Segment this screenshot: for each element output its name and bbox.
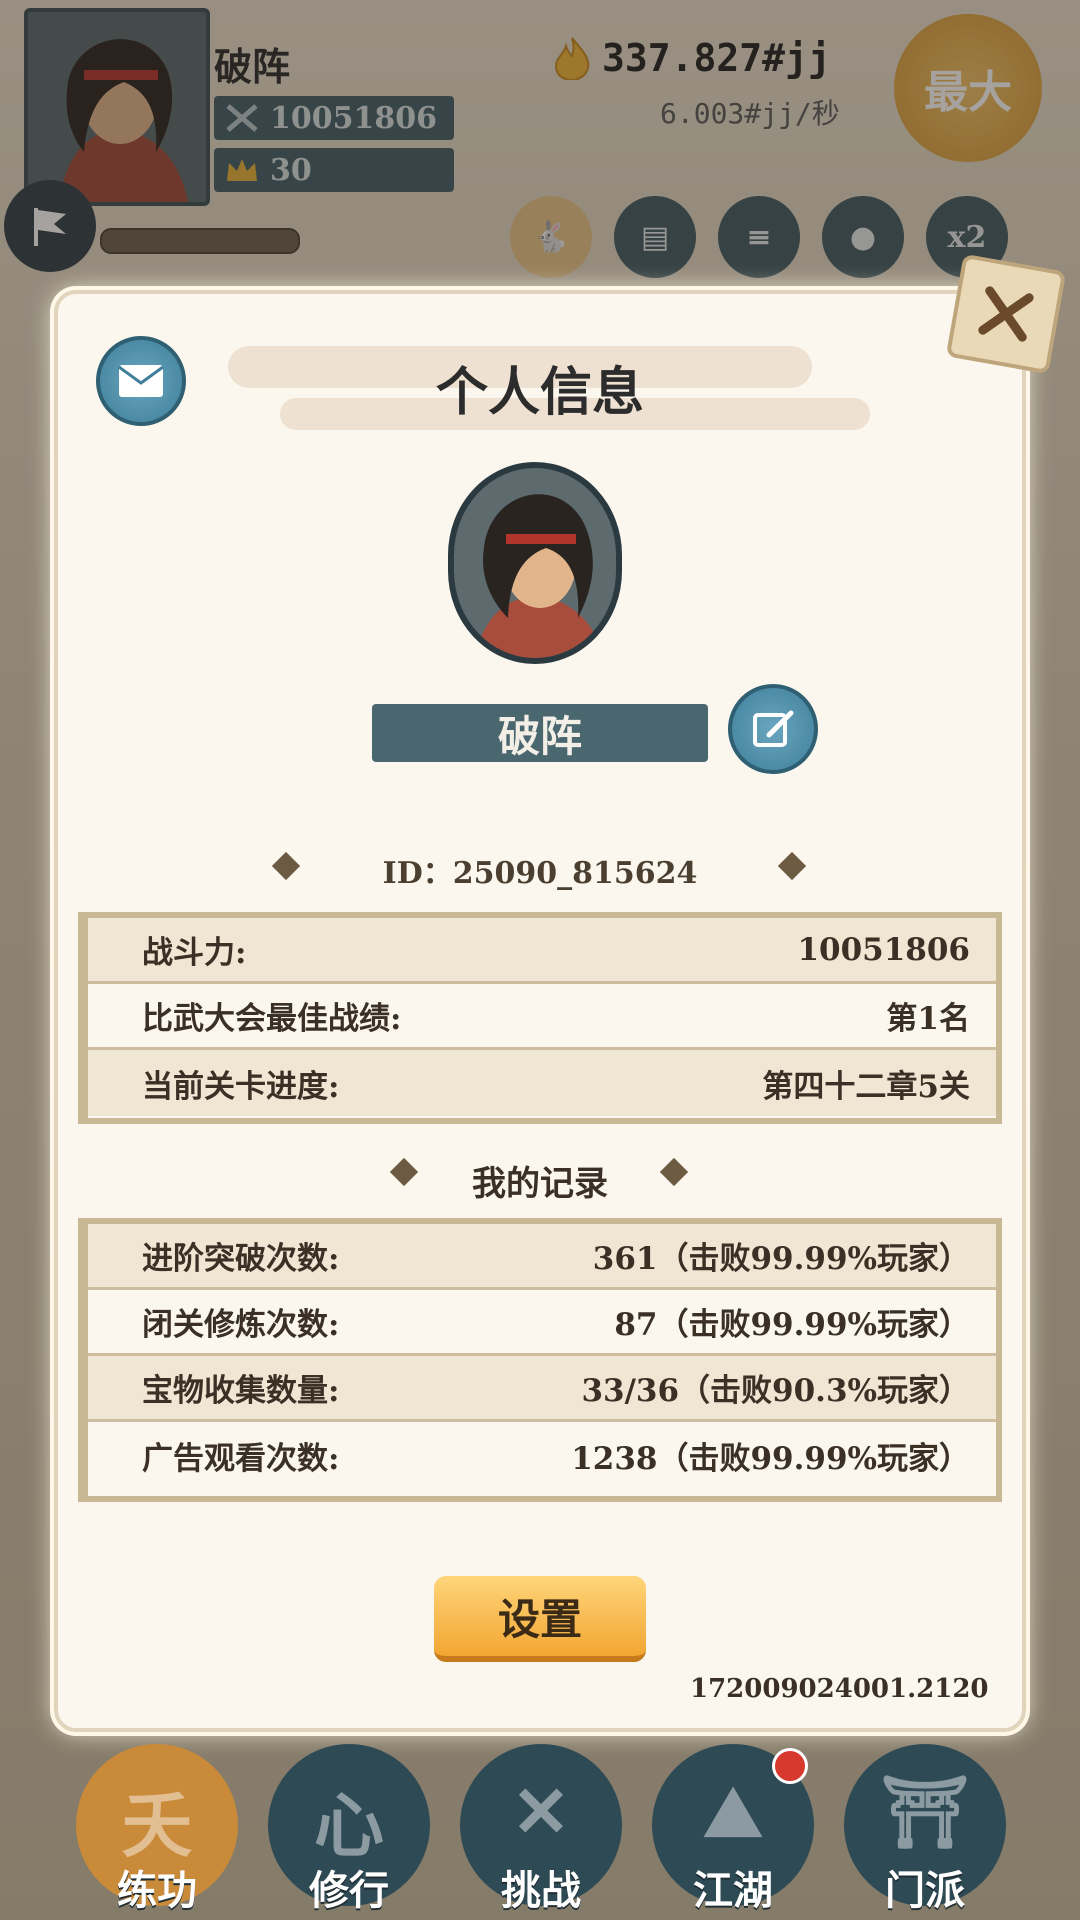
row-label: 广告观看次数: — [142, 1440, 340, 1477]
table-row: 闭关修炼次数: 87（击败99.99%玩家） — [88, 1290, 996, 1356]
settings-button[interactable]: 设置 — [434, 1576, 646, 1662]
player-name-field: 破阵 — [372, 704, 708, 762]
crossed-swords-icon: ✕ — [511, 1770, 571, 1853]
records-title: 我的记录 — [472, 1164, 608, 1204]
player-id: ID：25090_815624 — [382, 856, 698, 891]
character-portrait-icon — [454, 468, 616, 658]
row-value: 第1名 — [886, 1001, 970, 1037]
row-value: 361（击败99.99%玩家） — [592, 1241, 970, 1277]
row-label: 战斗力: — [142, 935, 247, 971]
row-value: 87（击败99.99%玩家） — [614, 1307, 970, 1343]
records-table: 进阶突破次数: 361（击败99.99%玩家） 闭关修炼次数: 87（击败99.… — [78, 1218, 1002, 1502]
profile-portrait — [448, 462, 622, 664]
row-value: 33/36（击败90.3%玩家） — [581, 1373, 970, 1409]
row-label: 进阶突破次数: — [142, 1241, 340, 1277]
row-label: 闭关修炼次数: — [142, 1307, 340, 1343]
edit-name-button[interactable] — [728, 684, 818, 774]
bottom-nav: 夭 练功 心 修行 ✕ 挑战 ⛰ 江湖 ⛩ 门派 — [0, 1736, 1080, 1920]
row-value: 1238（击败99.99%玩家） — [571, 1440, 970, 1477]
martial-pose-icon: 夭 — [122, 1784, 192, 1867]
table-row: 当前关卡进度: 第四十二章5关 — [88, 1050, 996, 1116]
nav-item-cultivate[interactable]: 心 修行 — [268, 1744, 430, 1914]
notification-badge — [772, 1748, 808, 1784]
table-row: 广告观看次数: 1238（击败99.99%玩家） — [88, 1422, 996, 1488]
modal-title: 个人信息 — [435, 362, 644, 423]
table-row: 进阶突破次数: 361（击败99.99%玩家） — [88, 1224, 996, 1290]
nav-item-sect[interactable]: ⛩ 门派 — [844, 1744, 1006, 1914]
table-row: 战斗力: 10051806 — [88, 918, 996, 984]
nav-label: 门派 — [885, 1867, 965, 1914]
nav-item-challenge[interactable]: ✕ 挑战 — [460, 1744, 622, 1914]
row-value: 第四十二章5关 — [762, 1068, 970, 1105]
close-icon — [978, 286, 1034, 342]
heart-glyph-icon: 心 — [314, 1784, 384, 1867]
nav-label: 挑战 — [501, 1867, 581, 1914]
row-label: 比武大会最佳战绩: — [142, 1001, 402, 1037]
row-value: 10051806 — [797, 931, 970, 968]
table-row: 宝物收集数量: 33/36（击败90.3%玩家） — [88, 1356, 996, 1422]
version-label: 172009024001.2120 — [690, 1674, 989, 1704]
stats-table: 战斗力: 10051806 比武大会最佳战绩: 第1名 当前关卡进度: 第四十二… — [78, 912, 1002, 1124]
nav-item-practice[interactable]: 夭 练功 — [76, 1744, 238, 1914]
edit-icon — [753, 710, 794, 747]
table-row: 比武大会最佳战绩: 第1名 — [88, 984, 996, 1050]
gate-icon: ⛩ — [880, 1770, 970, 1853]
row-label: 当前关卡进度: — [142, 1068, 340, 1105]
row-label: 宝物收集数量: — [142, 1373, 340, 1409]
nav-label: 江湖 — [693, 1867, 773, 1914]
